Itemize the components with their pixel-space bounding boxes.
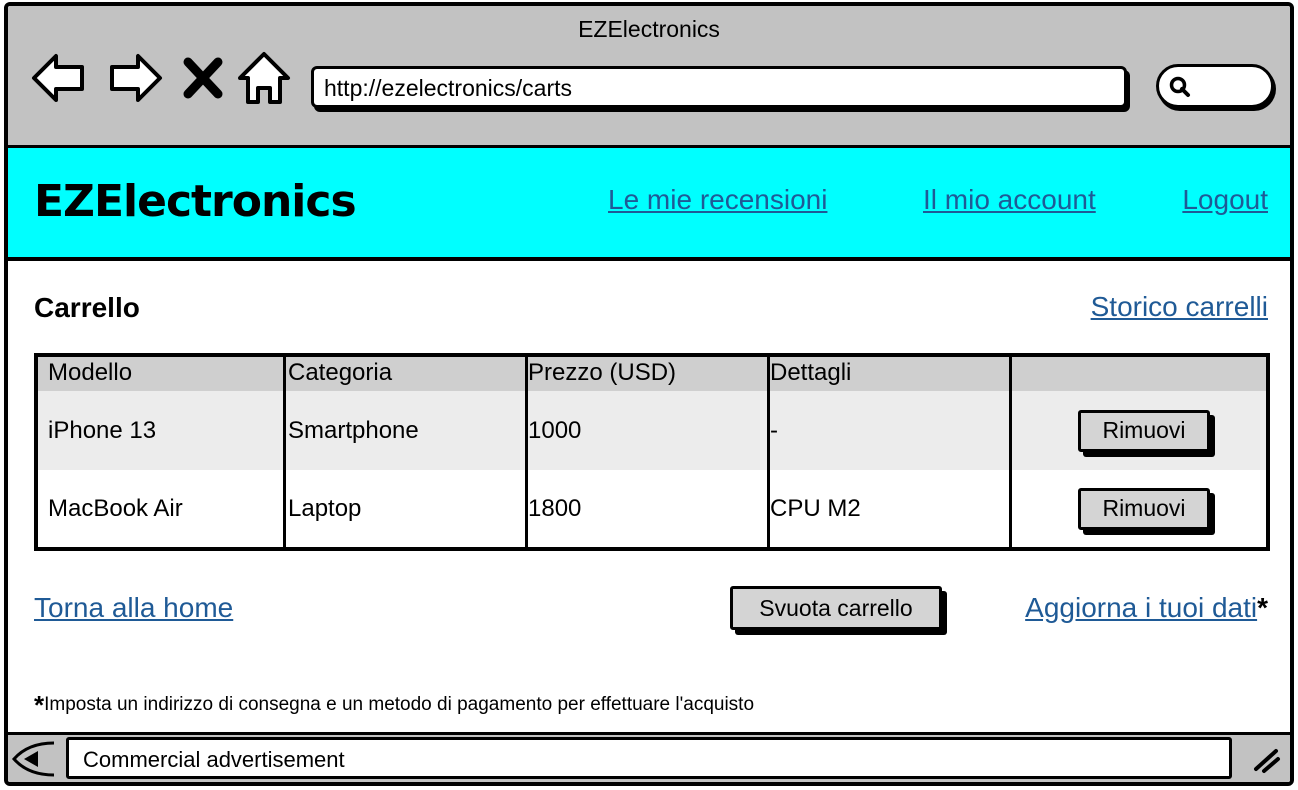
search-icon	[1169, 76, 1190, 97]
forward-arrow-icon	[110, 54, 162, 102]
column-divider	[1009, 357, 1012, 547]
cart-history-link[interactable]: Storico carrelli	[1091, 291, 1268, 323]
cell-model: iPhone 13	[48, 416, 157, 444]
cell-details: -	[770, 416, 778, 444]
browser-chrome: EZElectronics http://ezelectronics/carts	[8, 6, 1290, 148]
back-arrow-icon	[32, 54, 84, 102]
back-button[interactable]	[30, 48, 88, 108]
footnote-text: Imposta un indirizzo di consegna e un me…	[44, 694, 755, 715]
update-data-group: Aggiorna i tuoi dati*	[1025, 592, 1268, 624]
remove-item-button[interactable]: Rimuovi	[1078, 487, 1210, 530]
column-header-actions	[1006, 357, 1266, 391]
footnote: *Imposta un indirizzo di consegna e un m…	[34, 690, 754, 721]
remove-item-button[interactable]: Rimuovi	[1078, 409, 1210, 452]
cell-actions: Rimuovi	[1006, 391, 1266, 470]
cell-model: MacBook Air	[48, 494, 183, 522]
cell-details: CPU M2	[770, 494, 861, 522]
column-divider	[525, 357, 528, 547]
column-header-price: Prezzo (USD)	[528, 359, 677, 386]
cell-category: Laptop	[288, 494, 362, 522]
cell-actions: Rimuovi	[1006, 470, 1266, 547]
browser-window: EZElectronics http://ezelectronics/carts	[4, 2, 1294, 786]
resize-handle-icon[interactable]	[1250, 743, 1282, 775]
scroll-left-icon[interactable]	[8, 737, 58, 781]
app-header: EZElectronics Le mie recensioni Il mio a…	[8, 148, 1290, 261]
column-divider	[283, 357, 286, 547]
required-asterisk: *	[1257, 592, 1268, 623]
home-icon	[238, 52, 290, 104]
window-title: EZElectronics	[578, 16, 720, 42]
cell-price: 1000	[528, 416, 582, 444]
url-bar[interactable]: http://ezelectronics/carts	[311, 66, 1127, 108]
back-to-home-link[interactable]: Torna alla home	[34, 592, 233, 624]
update-your-data-link[interactable]: Aggiorna i tuoi dati	[1025, 592, 1257, 623]
my-account-link[interactable]: Il mio account	[923, 184, 1096, 216]
my-reviews-link[interactable]: Le mie recensioni	[608, 184, 827, 216]
stop-icon	[183, 57, 223, 99]
cart-table: Modello Categoria Prezzo (USD) Dettagli …	[34, 353, 1270, 551]
column-header-details: Dettagli	[770, 359, 852, 386]
column-divider	[767, 357, 770, 547]
browser-search-field[interactable]	[1156, 64, 1274, 108]
table-row: MacBook Air Laptop 1800 CPU M2 Rimuovi	[38, 470, 1266, 547]
cart-title: Carrello	[34, 292, 140, 323]
logout-link[interactable]: Logout	[1182, 184, 1268, 216]
footnote-asterisk: *	[34, 690, 45, 720]
column-header-category: Categoria	[288, 359, 393, 386]
table-row: iPhone 13 Smartphone 1000 - Rimuovi	[38, 391, 1266, 470]
cell-price: 1800	[528, 494, 582, 522]
brand-logo-text: EZElectronics	[34, 176, 357, 227]
stop-button[interactable]	[178, 48, 228, 108]
table-header-row: Modello Categoria Prezzo (USD) Dettagli	[38, 357, 1266, 391]
bottom-bar: Commercial advertisement	[8, 732, 1290, 782]
commercial-advertisement-banner[interactable]: Commercial advertisement	[66, 737, 1232, 779]
forward-button[interactable]	[106, 48, 164, 108]
column-header-model: Modello	[48, 359, 133, 386]
home-button[interactable]	[236, 48, 292, 108]
cell-category: Smartphone	[288, 416, 419, 444]
empty-cart-button[interactable]: Svuota carrello	[730, 586, 942, 630]
